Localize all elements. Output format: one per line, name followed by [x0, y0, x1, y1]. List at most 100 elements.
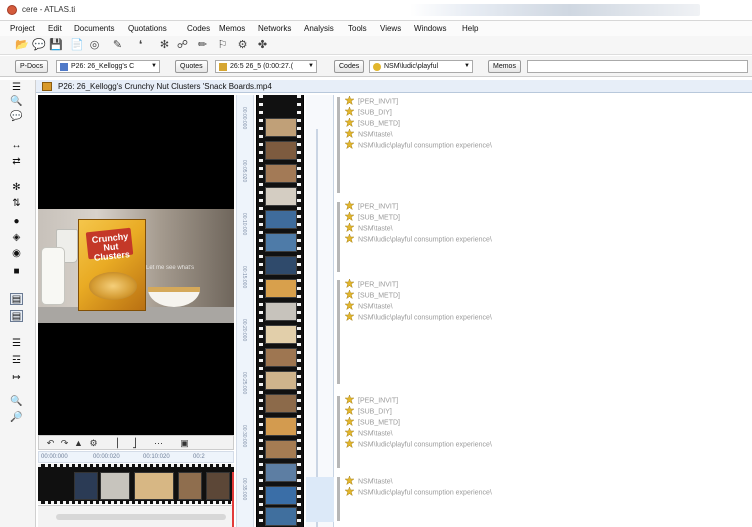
video-viewer[interactable]: Crunchy Nut Clusters Let me see what's: [38, 95, 234, 435]
code-item[interactable]: NSM\ludic\playful consumption experience…: [345, 439, 492, 450]
code-tool-icon[interactable]: ✻: [10, 182, 23, 194]
menu-project[interactable]: Project: [10, 24, 35, 33]
list-code-icon[interactable]: ◉: [10, 248, 23, 260]
code-item[interactable]: NSM\taste\: [345, 476, 393, 487]
code-label: NSM\taste\: [358, 430, 393, 438]
more-icon[interactable]: ⋯: [153, 437, 164, 449]
vivo-code-icon[interactable]: ◈: [10, 232, 23, 244]
autocode-icon[interactable]: ⇅: [10, 198, 23, 210]
margin-icon[interactable]: ☰: [10, 82, 23, 94]
tag-icon[interactable]: ⚐: [216, 39, 229, 52]
brush-icon[interactable]: ✤: [256, 39, 269, 52]
code-item[interactable]: [SUB_METD]: [345, 212, 400, 223]
code-item[interactable]: [SUB_DIY]: [345, 406, 392, 417]
network-icon[interactable]: ☍: [176, 39, 189, 52]
quotes-select[interactable]: 26:5 26_5 (0:00:27.( ▼: [215, 60, 317, 73]
menu-tools[interactable]: Tools: [348, 24, 367, 33]
tree-icon[interactable]: ☲: [10, 355, 23, 367]
memos-button[interactable]: Memos: [488, 60, 521, 73]
cereal-bowl: [148, 287, 200, 307]
code-item[interactable]: NSM\ludic\playful consumption experience…: [345, 312, 492, 323]
code-icon[interactable]: ✻: [158, 39, 171, 52]
save-icon[interactable]: 💾: [49, 39, 63, 52]
code-item[interactable]: NSM\ludic\playful consumption experience…: [345, 234, 492, 245]
export-icon[interactable]: ↦: [10, 372, 23, 384]
code-item[interactable]: NSM\taste\: [345, 301, 393, 312]
edit-document-icon[interactable]: ✎: [111, 39, 124, 52]
split-view-icon[interactable]: ▤: [10, 293, 23, 305]
code-item[interactable]: NSM\ludic\playful consumption experience…: [345, 487, 492, 498]
horizontal-scrollbar[interactable]: [56, 514, 226, 520]
menu-codes[interactable]: Codes: [187, 24, 210, 33]
quotation-bracket[interactable]: [337, 202, 340, 272]
code-item[interactable]: NSM\ludic\playful consumption experience…: [345, 140, 492, 151]
code-icon: [345, 201, 354, 210]
pdocs-select[interactable]: P26: 26_Kellogg's C ▼: [56, 60, 160, 73]
code-item[interactable]: [PER_INVIT]: [345, 201, 398, 212]
pdocs-button[interactable]: P-Docs: [15, 60, 48, 73]
comment-icon[interactable]: 💬: [32, 39, 46, 52]
quotation-bracket[interactable]: [337, 280, 340, 384]
code-item[interactable]: NSM\taste\: [345, 223, 393, 234]
menu-documents[interactable]: Documents: [74, 24, 114, 33]
list-icon[interactable]: ☰: [10, 338, 23, 350]
code-item[interactable]: [SUB_METD]: [345, 118, 400, 129]
code-item[interactable]: NSM\taste\: [345, 428, 393, 439]
code-item[interactable]: [SUB_DIY]: [345, 107, 392, 118]
manager-search-input[interactable]: [527, 60, 748, 73]
selected-quotation-marker[interactable]: [306, 477, 334, 522]
memo-icon[interactable]: ■: [10, 266, 23, 278]
menu-windows[interactable]: Windows: [414, 24, 446, 33]
menu-analysis[interactable]: Analysis: [304, 24, 334, 33]
menu-networks[interactable]: Networks: [258, 24, 291, 33]
search-icon[interactable]: 🔍: [10, 96, 23, 108]
code-item[interactable]: [PER_INVIT]: [345, 279, 398, 290]
marker-start-icon[interactable]: ⎥: [111, 437, 122, 449]
quick-code-icon[interactable]: ●: [10, 216, 23, 228]
window-tabs: [410, 4, 700, 16]
settings-icon[interactable]: ⚙: [88, 437, 99, 449]
menu-quotations[interactable]: Quotations: [128, 24, 167, 33]
code-group: [PER_INVIT] [SUB_DIY] [SUB_METD] NSM\tas…: [335, 395, 745, 468]
menu-views[interactable]: Views: [380, 24, 401, 33]
codes-select[interactable]: NSM\ludic\playful ▼: [369, 60, 473, 73]
quotation-icon[interactable]: ❛: [134, 39, 147, 52]
video-timeline-strip[interactable]: [38, 464, 234, 504]
open-folder-icon[interactable]: 📂: [15, 39, 29, 52]
filter-icon[interactable]: ⚙: [236, 39, 249, 52]
vertical-filmstrip[interactable]: [256, 95, 304, 527]
timeline-frame: [74, 472, 98, 500]
rewind-icon[interactable]: ↶: [45, 437, 56, 449]
quotation-bracket[interactable]: [337, 477, 340, 521]
code-item[interactable]: [PER_INVIT]: [345, 96, 398, 107]
pencil-icon[interactable]: ✏: [196, 39, 209, 52]
zoom-out-icon[interactable]: 🔎: [10, 412, 23, 424]
menu-edit[interactable]: Edit: [48, 24, 62, 33]
window-titlebar: cere - ATLAS.ti: [0, 0, 752, 21]
menu-memos[interactable]: Memos: [219, 24, 245, 33]
document-icon[interactable]: 📄: [70, 39, 84, 52]
code-item[interactable]: [SUB_METD]: [345, 417, 400, 428]
link-icon[interactable]: ↔: [10, 140, 23, 152]
codes-button[interactable]: Codes: [334, 60, 365, 73]
time-ruler-label: 00:20:000: [241, 319, 247, 342]
play-icon[interactable]: ↷: [59, 437, 70, 449]
quotation-bracket[interactable]: [337, 97, 340, 193]
code-icon: [345, 428, 354, 437]
relation-icon[interactable]: ⇄: [10, 156, 23, 168]
volume-icon[interactable]: ▲: [73, 437, 84, 449]
text-view-icon[interactable]: ▤: [10, 310, 23, 322]
snapshot-icon[interactable]: ▣: [179, 437, 190, 449]
code-item[interactable]: [PER_INVIT]: [345, 395, 398, 406]
marker-end-icon[interactable]: ⎦: [129, 437, 140, 449]
code-item[interactable]: [SUB_METD]: [345, 290, 400, 301]
playhead-marker[interactable]: [232, 472, 234, 527]
comment-icon[interactable]: 💬: [10, 111, 23, 123]
menu-help[interactable]: Help: [462, 24, 478, 33]
time-ruler-label: 00:15:000: [241, 266, 247, 289]
binoculars-icon[interactable]: ◎: [88, 39, 101, 52]
zoom-in-icon[interactable]: 🔍: [10, 396, 23, 408]
quotation-bracket[interactable]: [337, 396, 340, 468]
code-item[interactable]: NSM\taste\: [345, 129, 393, 140]
quotes-button[interactable]: Quotes: [175, 60, 208, 73]
